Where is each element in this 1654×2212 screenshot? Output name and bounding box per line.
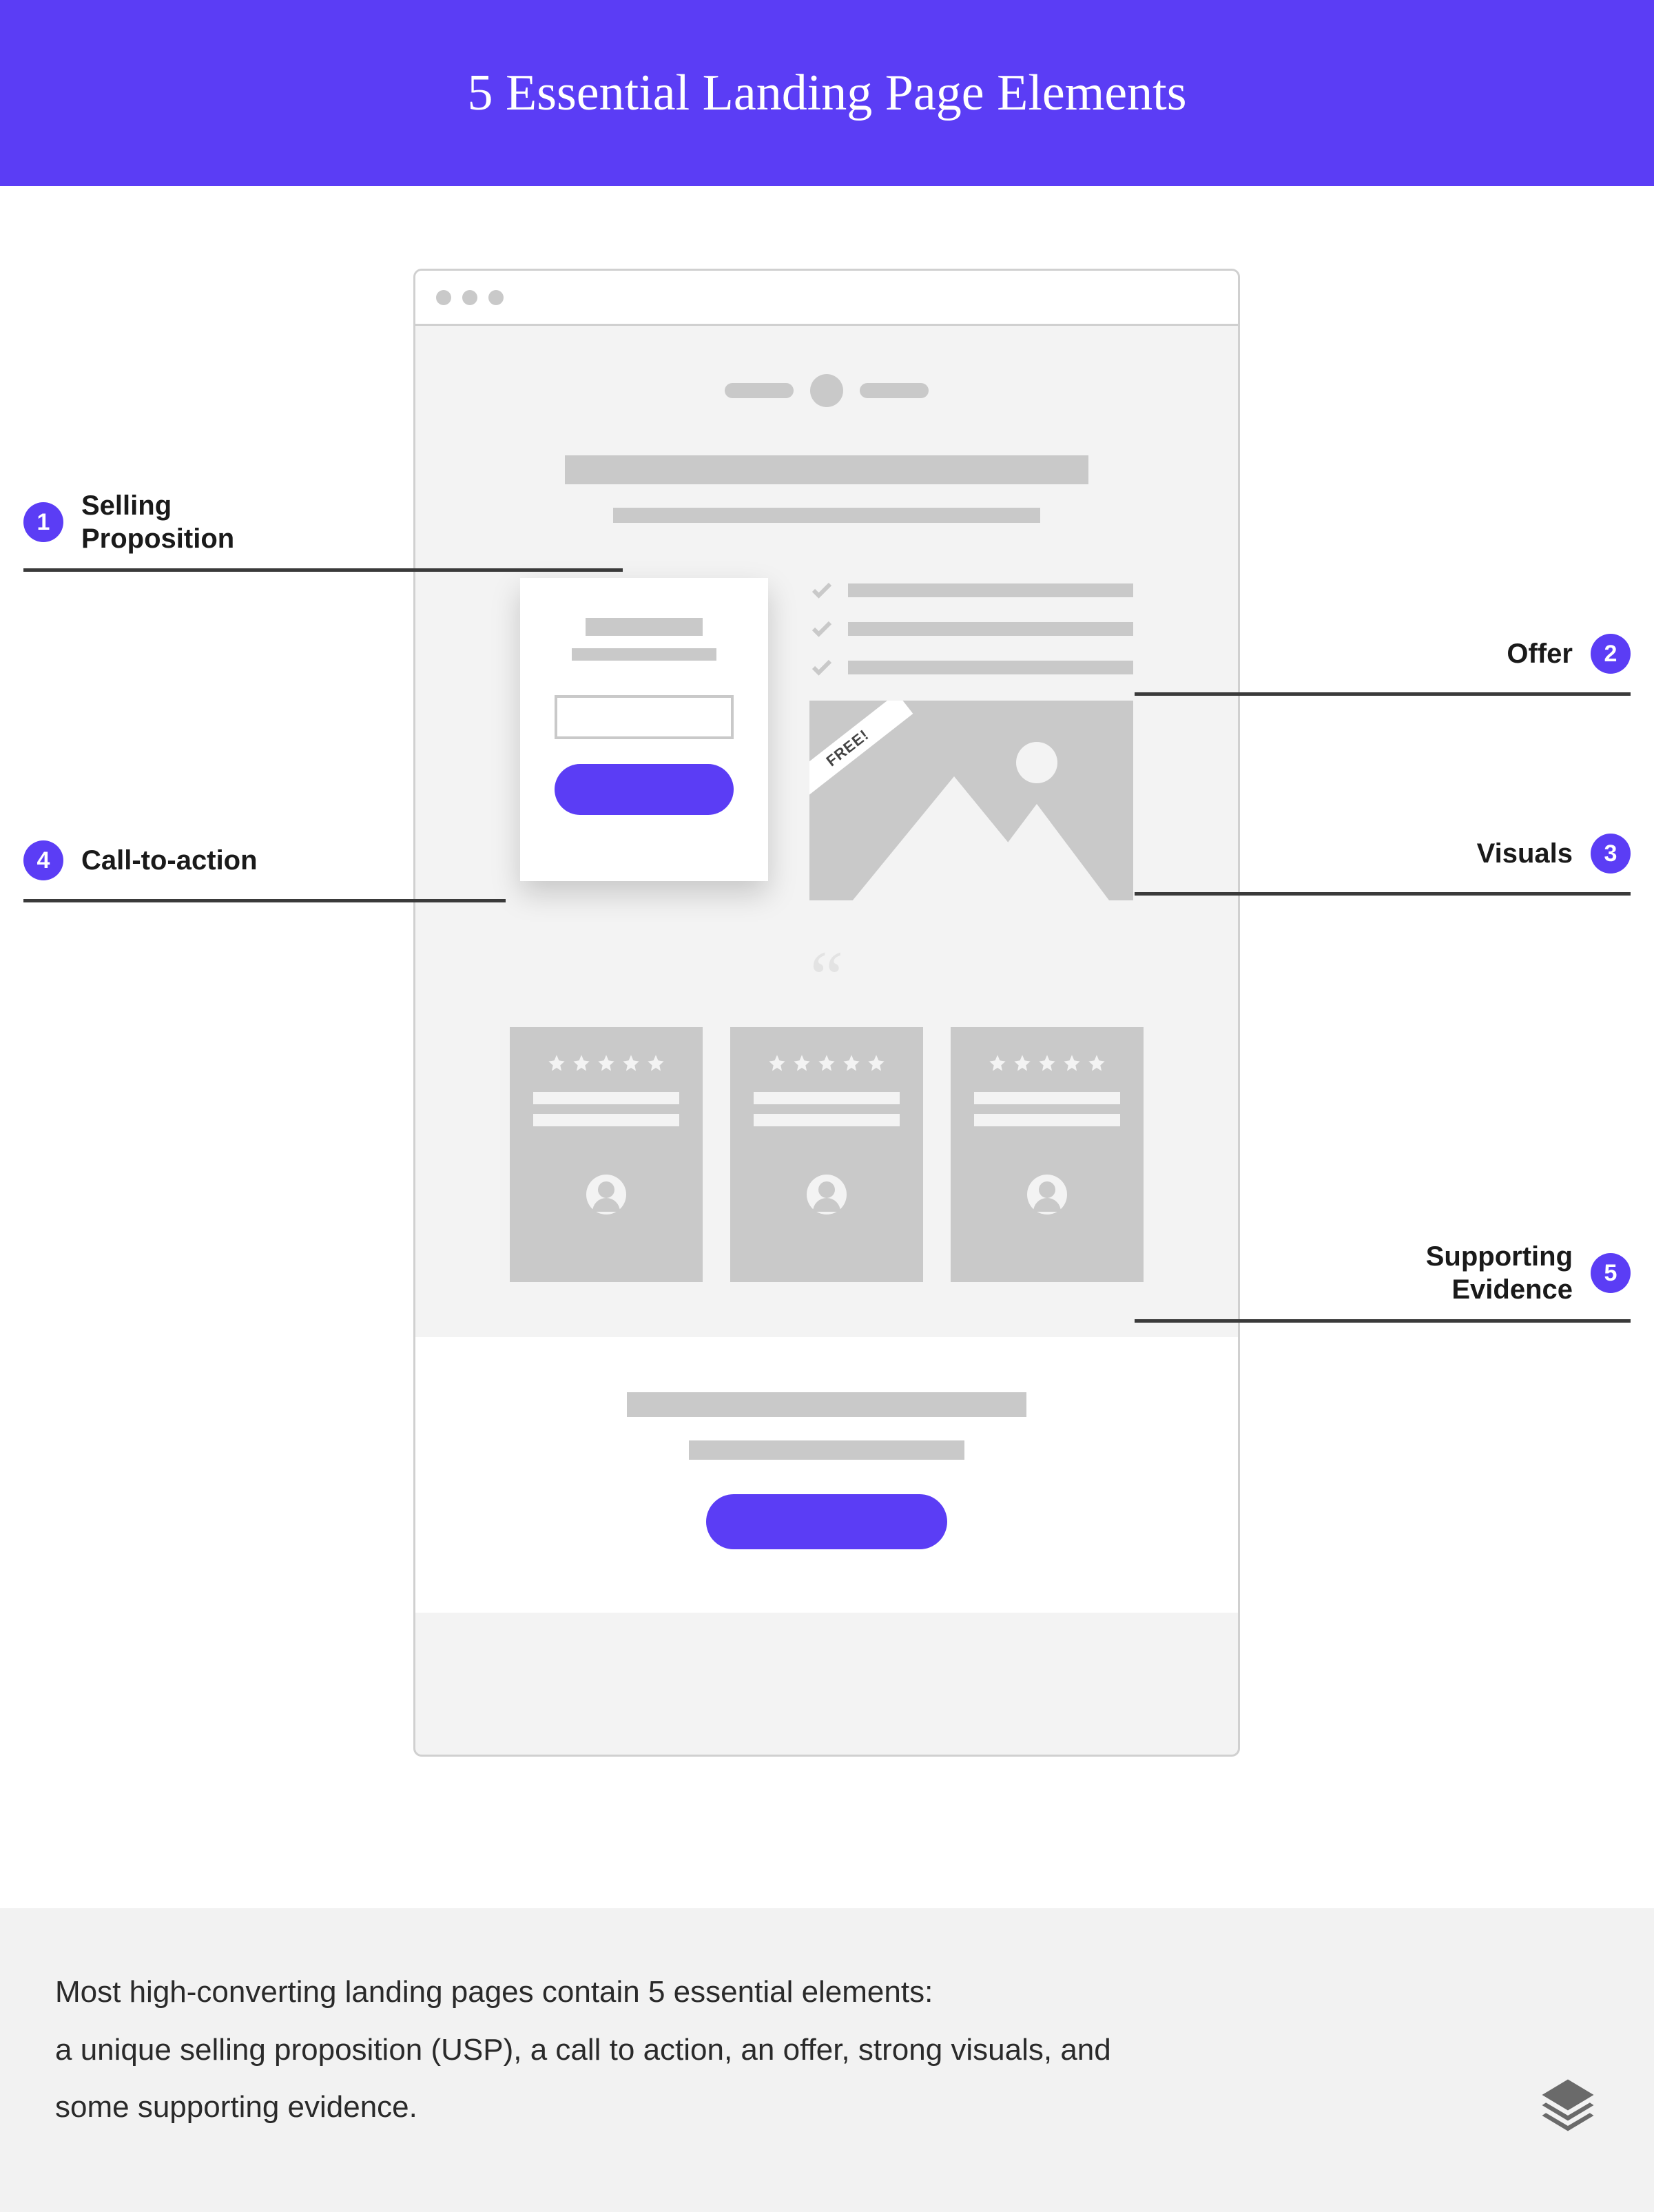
window-dot-icon [462, 290, 477, 305]
star-icon [621, 1053, 641, 1073]
check-icon [809, 617, 834, 641]
label-call-to-action: 4 Call-to-action [23, 840, 258, 880]
footer-cta-section [415, 1337, 1238, 1613]
connector-line [1135, 1319, 1631, 1323]
testimonial-card [730, 1027, 923, 1282]
label-text: Supporting Evidence [1426, 1240, 1573, 1306]
testimonial-card [951, 1027, 1144, 1282]
cta-subheading-placeholder [572, 648, 716, 661]
label-text: Visuals [1477, 837, 1573, 870]
headline-bar [565, 455, 1088, 484]
connector-line [23, 568, 623, 572]
offer-line-placeholder [848, 661, 1133, 674]
testimonial-line [533, 1092, 679, 1104]
star-icon [572, 1053, 591, 1073]
diagram-area: FREE! “ [0, 186, 1654, 1908]
page-title: 5 Essential Landing Page Elements [468, 64, 1187, 123]
logo-placeholder-icon [810, 374, 843, 407]
star-icon [867, 1053, 886, 1073]
checklist-row [809, 578, 1133, 603]
quote-icon: “ [415, 962, 1238, 993]
footer-button-placeholder [706, 1494, 947, 1549]
browser-mockup: FREE! “ [413, 269, 1240, 1757]
number-badge: 2 [1591, 634, 1631, 674]
star-row [974, 1053, 1120, 1073]
label-text: Call-to-action [81, 844, 258, 877]
star-icon [1062, 1053, 1082, 1073]
checklist-row [809, 655, 1133, 680]
avatar-icon [586, 1175, 626, 1214]
testimonial-line [974, 1092, 1120, 1104]
star-icon [597, 1053, 616, 1073]
offer-line-placeholder [848, 583, 1133, 597]
star-icon [1037, 1053, 1057, 1073]
mountain-icon [954, 804, 1119, 900]
star-icon [1013, 1053, 1032, 1073]
number-badge: 1 [23, 502, 63, 542]
connector-line [1135, 692, 1631, 696]
star-icon [1087, 1053, 1106, 1073]
offer-visual-column: FREE! [809, 578, 1133, 900]
connector-line [1135, 892, 1631, 896]
star-row [754, 1053, 900, 1073]
label-text: Offer [1507, 637, 1573, 670]
check-icon [809, 578, 834, 603]
checklist-row [809, 617, 1133, 641]
headline-placeholder [415, 455, 1238, 523]
cta-card [520, 578, 768, 881]
number-badge: 3 [1591, 834, 1631, 874]
offer-line-placeholder [848, 622, 1133, 636]
star-icon [547, 1053, 566, 1073]
connector-line [23, 899, 506, 902]
label-supporting-evidence: 5 Supporting Evidence [1426, 1240, 1631, 1306]
caption-text: Most high-converting landing pages conta… [55, 1963, 1111, 2136]
star-icon [988, 1053, 1007, 1073]
testimonial-card [510, 1027, 703, 1282]
input-placeholder [555, 695, 734, 739]
caption-footer: Most high-converting landing pages conta… [0, 1908, 1654, 2212]
cta-heading-placeholder [586, 618, 703, 636]
cta-button-placeholder [555, 764, 734, 815]
window-dot-icon [436, 290, 451, 305]
hero-image-placeholder: FREE! [809, 701, 1133, 900]
star-icon [646, 1053, 665, 1073]
subheadline-bar [613, 508, 1040, 523]
window-dot-icon [488, 290, 504, 305]
testimonial-line [754, 1114, 900, 1126]
nav-placeholder [415, 374, 1238, 407]
browser-chrome [415, 271, 1238, 326]
star-icon [767, 1053, 787, 1073]
testimonial-line [974, 1114, 1120, 1126]
avatar-icon [807, 1175, 847, 1214]
star-row [533, 1053, 679, 1073]
star-icon [792, 1053, 812, 1073]
label-selling-proposition: 1 Selling Proposition [23, 489, 285, 555]
number-badge: 4 [23, 840, 63, 880]
layers-icon [1537, 2074, 1599, 2136]
nav-item-placeholder [860, 383, 929, 398]
label-visuals: 3 Visuals [1477, 834, 1631, 874]
nav-item-placeholder [725, 383, 794, 398]
check-icon [809, 655, 834, 680]
testimonial-line [754, 1092, 900, 1104]
footer-subheading-placeholder [689, 1440, 964, 1460]
testimonials-row [415, 1027, 1238, 1282]
header-banner: 5 Essential Landing Page Elements [0, 0, 1654, 186]
footer-heading-placeholder [627, 1392, 1026, 1417]
two-column-row: FREE! [415, 578, 1238, 900]
label-text: Selling Proposition [81, 489, 234, 555]
label-offer: 2 Offer [1507, 634, 1631, 674]
number-badge: 5 [1591, 1253, 1631, 1293]
testimonial-line [533, 1114, 679, 1126]
avatar-icon [1027, 1175, 1067, 1214]
star-icon [817, 1053, 836, 1073]
star-icon [842, 1053, 861, 1073]
